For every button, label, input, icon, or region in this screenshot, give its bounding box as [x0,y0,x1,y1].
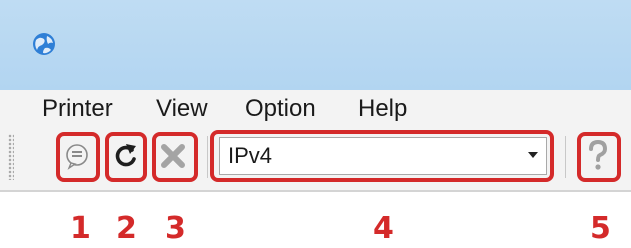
toolbar-separator [565,136,566,178]
delete-x-icon [161,144,185,168]
window-bottom-rule [0,190,631,192]
title-bar [0,0,631,90]
speech-bubble-icon [66,144,88,170]
menu-option[interactable]: Option [245,94,316,124]
toolbar: IPv4 [0,128,631,190]
menu-bar: Printer View Option Help [0,90,631,128]
help-button[interactable] [577,132,619,180]
chevron-down-icon[interactable] [528,152,538,158]
refresh-icon [115,144,136,167]
delete-button[interactable] [152,132,194,180]
callout-3: 3 [165,211,186,246]
protocol-select[interactable]: IPv4 [219,137,547,175]
toolbar-grip[interactable] [8,134,14,180]
callout-5: 5 [590,211,611,246]
toolbar-separator [207,136,208,178]
menu-view[interactable]: View [156,94,208,124]
menu-printer[interactable]: Printer [42,94,113,124]
callout-4: 4 [373,211,394,246]
app-globe-icon [33,33,55,55]
refresh-button[interactable] [105,132,147,180]
app-window: Printer View Option Help IPv4 [0,0,631,196]
protocol-select-value: IPv4 [228,143,273,168]
callout-1: 1 [70,211,91,246]
callout-2: 2 [116,211,137,246]
menu-help[interactable]: Help [358,94,407,124]
help-question-icon [589,139,608,170]
status-bubble-button[interactable] [56,132,98,180]
